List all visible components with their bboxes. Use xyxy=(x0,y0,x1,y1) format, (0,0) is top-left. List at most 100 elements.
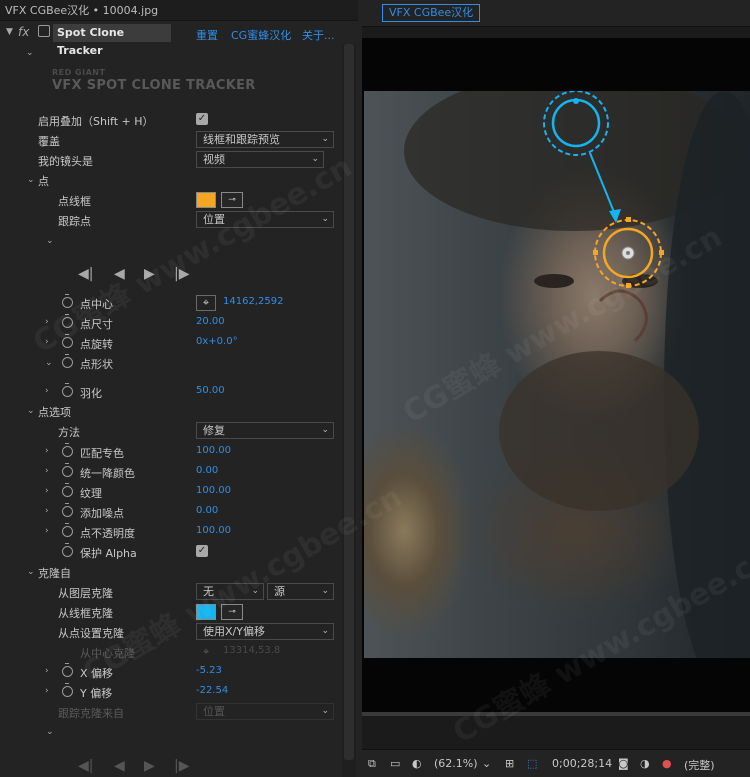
chevron-down-icon[interactable]: ⌄ xyxy=(482,757,491,770)
overlay-dropdown[interactable]: 线框和跟踪预览 ⌄ xyxy=(196,131,334,148)
spot-handle-bottom[interactable] xyxy=(626,283,631,288)
chevron-down-icon[interactable]: ⌄ xyxy=(27,567,35,577)
eyedropper-icon[interactable]: ⊸ xyxy=(221,604,243,620)
chevron-right-icon[interactable]: › xyxy=(45,486,49,496)
from-layer-row: 从图层克隆 无 ⌄ 源 ⌄ xyxy=(0,582,340,602)
clone-source-handle[interactable] xyxy=(573,98,579,104)
from-layer-dropdown[interactable]: 无 ⌄ xyxy=(196,583,264,600)
spot-shape-row[interactable]: ⌄ 点形状 xyxy=(0,353,340,373)
region-icon[interactable]: ⊞ xyxy=(505,757,514,770)
spot-size-value[interactable]: 20.00 xyxy=(196,316,225,327)
comp-tab[interactable]: VFX CGBee汉化 xyxy=(382,4,481,22)
method-dropdown[interactable]: 修复 ⌄ xyxy=(196,422,334,439)
spot-handle-left[interactable] xyxy=(593,250,598,255)
cgbee-link[interactable]: CG蜜蜂汉化 xyxy=(231,27,291,43)
lens-dropdown[interactable]: 视频 ⌄ xyxy=(196,151,324,168)
chevron-right-icon[interactable]: › xyxy=(45,386,49,396)
color-channels-icon[interactable]: ● xyxy=(662,757,672,770)
panel-scrollbar[interactable] xyxy=(342,44,356,777)
reset-link[interactable]: 重置 xyxy=(196,27,218,43)
stopwatch-icon[interactable] xyxy=(62,663,73,677)
show-snapshot-icon[interactable]: ◑ xyxy=(640,757,650,770)
track-backward-all-icon[interactable]: ◀| xyxy=(78,266,93,282)
clone-frame-color-swatch[interactable] xyxy=(196,604,216,620)
track-forward-all-icon[interactable]: |▶ xyxy=(174,266,189,282)
eyedropper-icon[interactable]: ⊸ xyxy=(221,192,243,208)
transparency-grid-icon[interactable]: ⬚ xyxy=(527,757,537,770)
spot-center-value[interactable]: 14162,2592 xyxy=(223,296,283,307)
stopwatch-icon[interactable] xyxy=(62,683,73,697)
stopwatch-icon[interactable] xyxy=(62,523,73,537)
scrollbar-thumb[interactable] xyxy=(344,44,354,760)
stopwatch-icon[interactable] xyxy=(62,463,73,477)
chevron-down-icon[interactable]: ⌄ xyxy=(46,727,54,737)
timecode[interactable]: 0;00;28;14 xyxy=(552,757,612,770)
spot-options-row[interactable]: ⌄ 点选项 xyxy=(0,401,340,421)
spot-size-row: › 点尺寸 20.00 xyxy=(0,313,340,333)
crosshair-icon[interactable]: ⌖ xyxy=(196,295,216,311)
spot-frame-color-swatch[interactable] xyxy=(196,192,216,208)
stopwatch-icon[interactable] xyxy=(62,483,73,497)
from-point-dropdown[interactable]: 使用X/Y偏移 ⌄ xyxy=(196,623,334,640)
monitor-icon[interactable]: ▭ xyxy=(390,757,400,770)
spot-rotation-value[interactable]: 0x+0.0° xyxy=(196,336,238,347)
stopwatch-icon[interactable] xyxy=(62,354,73,368)
grid-icon[interactable]: ⧉ xyxy=(368,757,376,771)
preserve-alpha-checkbox[interactable]: ✓ xyxy=(196,545,208,557)
from-layer-source-dropdown[interactable]: 源 ⌄ xyxy=(267,583,334,600)
x-offset-value[interactable]: -5.23 xyxy=(196,665,222,676)
composition-viewer[interactable] xyxy=(362,38,750,712)
effect-name[interactable]: Spot Clone Tracker xyxy=(53,24,171,57)
chevron-right-icon[interactable]: › xyxy=(45,466,49,476)
spot-rotation-row: › 点旋转 0x+0.0° xyxy=(0,333,340,353)
stopwatch-icon[interactable] xyxy=(62,314,73,328)
match-color-value[interactable]: 100.00 xyxy=(196,445,231,456)
quality-value[interactable]: (完整) xyxy=(684,757,715,773)
lens-value: 视频 xyxy=(203,153,225,166)
track-forward-icon: ▶ xyxy=(144,758,155,774)
chevron-down-icon[interactable]: ⌄ xyxy=(27,406,35,416)
stopwatch-icon[interactable] xyxy=(62,294,73,308)
feather-value[interactable]: 50.00 xyxy=(196,385,225,396)
y-offset-value[interactable]: -22.54 xyxy=(196,685,228,696)
zoom-value[interactable]: (62.1%) xyxy=(434,757,478,770)
track-backward-icon[interactable]: ◀ xyxy=(114,266,125,282)
fx-icon[interactable]: fx xyxy=(18,25,29,39)
chevron-right-icon[interactable]: › xyxy=(45,337,49,347)
add-noise-value[interactable]: 0.00 xyxy=(196,505,218,516)
stopwatch-icon[interactable] xyxy=(62,383,73,397)
chevron-down-icon[interactable]: ⌄ xyxy=(46,236,54,246)
track-point-dropdown[interactable]: 位置 ⌄ xyxy=(196,211,334,228)
chevron-right-icon[interactable]: › xyxy=(45,506,49,516)
chevron-right-icon[interactable]: › xyxy=(45,317,49,327)
clone-from-row[interactable]: ⌄ 克隆自 xyxy=(0,562,340,582)
track-forward-icon[interactable]: ▶ xyxy=(144,266,155,282)
stopwatch-icon[interactable] xyxy=(62,543,73,557)
spot-opacity-value[interactable]: 100.00 xyxy=(196,525,231,536)
effect-toggle-icon[interactable] xyxy=(38,25,50,37)
spot-handle-right[interactable] xyxy=(659,250,664,255)
about-link[interactable]: 关于... xyxy=(302,27,335,43)
chevron-down-icon[interactable]: ⌄ xyxy=(26,48,34,58)
mask-icon[interactable]: ◐ xyxy=(412,757,422,770)
stopwatch-icon[interactable] xyxy=(62,503,73,517)
track-clone-dropdown: 位置 ⌄ xyxy=(196,703,334,720)
enable-overlay-checkbox[interactable]: ✓ xyxy=(196,113,208,125)
stopwatch-icon[interactable] xyxy=(62,443,73,457)
chevron-down-icon: ⌄ xyxy=(321,706,329,716)
stopwatch-icon[interactable] xyxy=(62,334,73,348)
chevron-right-icon[interactable]: › xyxy=(45,526,49,536)
preserve-alpha-label: 保护 Alpha xyxy=(80,547,137,560)
chevron-down-icon[interactable]: ⌄ xyxy=(27,175,35,185)
spot-handle-top[interactable] xyxy=(626,217,631,222)
chevron-right-icon[interactable]: › xyxy=(45,446,49,456)
camera-icon[interactable]: ◙ xyxy=(618,757,629,770)
chevron-right-icon[interactable]: › xyxy=(45,686,49,696)
chevron-right-icon[interactable]: › xyxy=(45,666,49,676)
spot-rotation-label: 点旋转 xyxy=(80,338,113,351)
spot-group-row[interactable]: ⌄ 点 xyxy=(0,170,340,190)
texture-value[interactable]: 100.00 xyxy=(196,485,231,496)
uniform-degrain-value[interactable]: 0.00 xyxy=(196,465,218,476)
chevron-down-icon[interactable]: ▼ xyxy=(6,27,13,37)
chevron-down-icon[interactable]: ⌄ xyxy=(45,358,53,368)
